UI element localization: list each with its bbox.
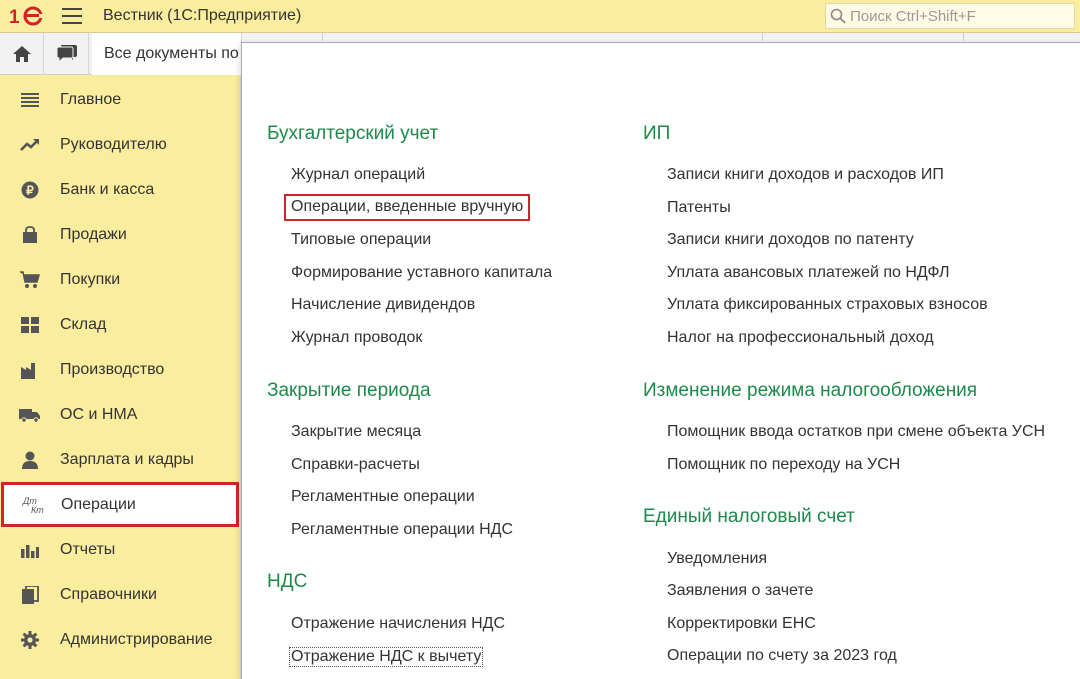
link-usn-balance-wizard[interactable]: Помощник ввода остатков при смене объект… — [667, 423, 1045, 441]
gear-icon — [21, 630, 39, 649]
sidebar-item-production[interactable]: Производство — [0, 347, 241, 392]
sidebar-item-operations[interactable]: Дт Кт Операции — [1, 482, 239, 527]
dt-kt-icon: ДтКт — [22, 496, 44, 515]
home-icon — [12, 46, 31, 62]
sidebar-item-salary[interactable]: Зарплата и кадры — [0, 437, 241, 482]
link-account-operations-2023[interactable]: Операции по счету за 2023 год — [667, 647, 897, 665]
svg-text:Кт: Кт — [31, 505, 44, 515]
sidebar: Главное Руководителю ₽ Банк и касса Прод… — [0, 75, 241, 679]
section-title-accounting: Бухгалтерский учет — [267, 123, 439, 144]
link-notifications[interactable]: Уведомления — [667, 550, 767, 568]
section-title-ip: ИП — [643, 123, 671, 144]
app-title: Вестник (1С:Предприятие) — [103, 7, 302, 24]
sidebar-item-assets[interactable]: ОС и НМА — [0, 392, 241, 437]
sidebar-item-manager[interactable]: Руководителю — [0, 122, 241, 167]
link-manual-operations[interactable]: Операции, введенные вручную — [284, 194, 531, 221]
sidebar-item-sales[interactable]: Продажи — [0, 212, 241, 257]
operations-panel: Бухгалтерский учет Журнал операций Опера… — [241, 42, 1080, 679]
link-professional-income-tax[interactable]: Налог на профессиональный доход — [667, 329, 934, 347]
warehouse-icon — [21, 316, 39, 333]
discussions-button[interactable] — [45, 33, 89, 75]
link-ndfl-advance[interactable]: Уплата авансовых платежей по НДФЛ — [667, 264, 950, 282]
link-usn-transition-wizard[interactable]: Помощник по переходу на УСН — [667, 456, 900, 474]
sidebar-item-main[interactable]: Главное — [0, 77, 241, 122]
factory-icon — [21, 362, 35, 379]
sidebar-item-warehouse[interactable]: Склад — [0, 302, 241, 347]
list-icon — [21, 92, 39, 107]
person-icon — [22, 451, 38, 469]
search-input[interactable] — [850, 6, 1070, 26]
trend-icon — [20, 138, 39, 151]
svg-text:1: 1 — [9, 7, 20, 27]
tab-all-documents[interactable]: Все документы по — [92, 33, 242, 75]
menu-icon[interactable] — [62, 8, 82, 24]
section-title-period-close: Закрытие периода — [267, 380, 431, 401]
section-title-vat: НДС — [267, 571, 308, 592]
top-bar: 1 Вестник (1С:Предприятие) — [0, 0, 1080, 33]
link-authorized-capital[interactable]: Формирование уставного капитала — [291, 264, 552, 282]
bar-chart-icon — [21, 544, 39, 558]
tab-label: Все документы по — [104, 45, 239, 62]
link-patents[interactable]: Патенты — [667, 199, 731, 217]
sidebar-item-bank[interactable]: ₽ Банк и касса — [0, 167, 241, 212]
sidebar-item-purchases[interactable]: Покупки — [0, 257, 241, 302]
link-offset-applications[interactable]: Заявления о зачете — [667, 582, 813, 600]
search-box[interactable] — [825, 3, 1075, 29]
link-postings-journal[interactable]: Журнал проводок — [291, 329, 422, 347]
tab-divider — [322, 33, 323, 41]
link-calculation-certificates[interactable]: Справки-расчеты — [291, 456, 420, 474]
link-dividends[interactable]: Начисление дивидендов — [291, 296, 475, 314]
tab-divider — [963, 33, 964, 41]
link-routine-operations[interactable]: Регламентные операции — [291, 488, 475, 506]
link-ens-adjustments[interactable]: Корректировки ЕНС — [667, 615, 816, 633]
svg-text:₽: ₽ — [26, 183, 34, 197]
tab-divider — [762, 33, 763, 41]
bag-icon — [23, 225, 37, 243]
link-operations-journal[interactable]: Журнал операций — [291, 166, 425, 184]
sidebar-item-admin[interactable]: Администрирование — [0, 617, 241, 662]
search-icon — [830, 8, 846, 24]
section-title-ens: Единый налоговый счет — [643, 506, 855, 527]
link-ip-income-book[interactable]: Записи книги доходов и расходов ИП — [667, 166, 944, 184]
sidebar-item-catalogs[interactable]: Справочники — [0, 572, 241, 617]
sidebar-item-reports[interactable]: Отчеты — [0, 527, 241, 572]
link-patent-income-book[interactable]: Записи книги доходов по патенту — [667, 231, 914, 249]
chat-icon — [56, 45, 77, 64]
link-vat-accrual[interactable]: Отражение начисления НДС — [291, 615, 505, 633]
home-button[interactable] — [0, 33, 44, 75]
section-title-tax-regime: Изменение режима налогообложения — [643, 380, 978, 401]
books-icon — [22, 585, 39, 604]
link-routine-vat-operations[interactable]: Регламентные операции НДС — [291, 521, 513, 539]
link-vat-deduction[interactable]: Отражение НДС к вычету — [289, 647, 484, 667]
cart-icon — [20, 270, 40, 288]
link-typical-operations[interactable]: Типовые операции — [291, 231, 431, 249]
1c-logo[interactable]: 1 — [9, 5, 49, 27]
ruble-icon: ₽ — [21, 181, 39, 198]
link-month-close[interactable]: Закрытие месяца — [291, 423, 421, 441]
truck-icon — [19, 408, 40, 423]
link-fixed-insurance[interactable]: Уплата фиксированных страховых взносов — [667, 296, 988, 314]
